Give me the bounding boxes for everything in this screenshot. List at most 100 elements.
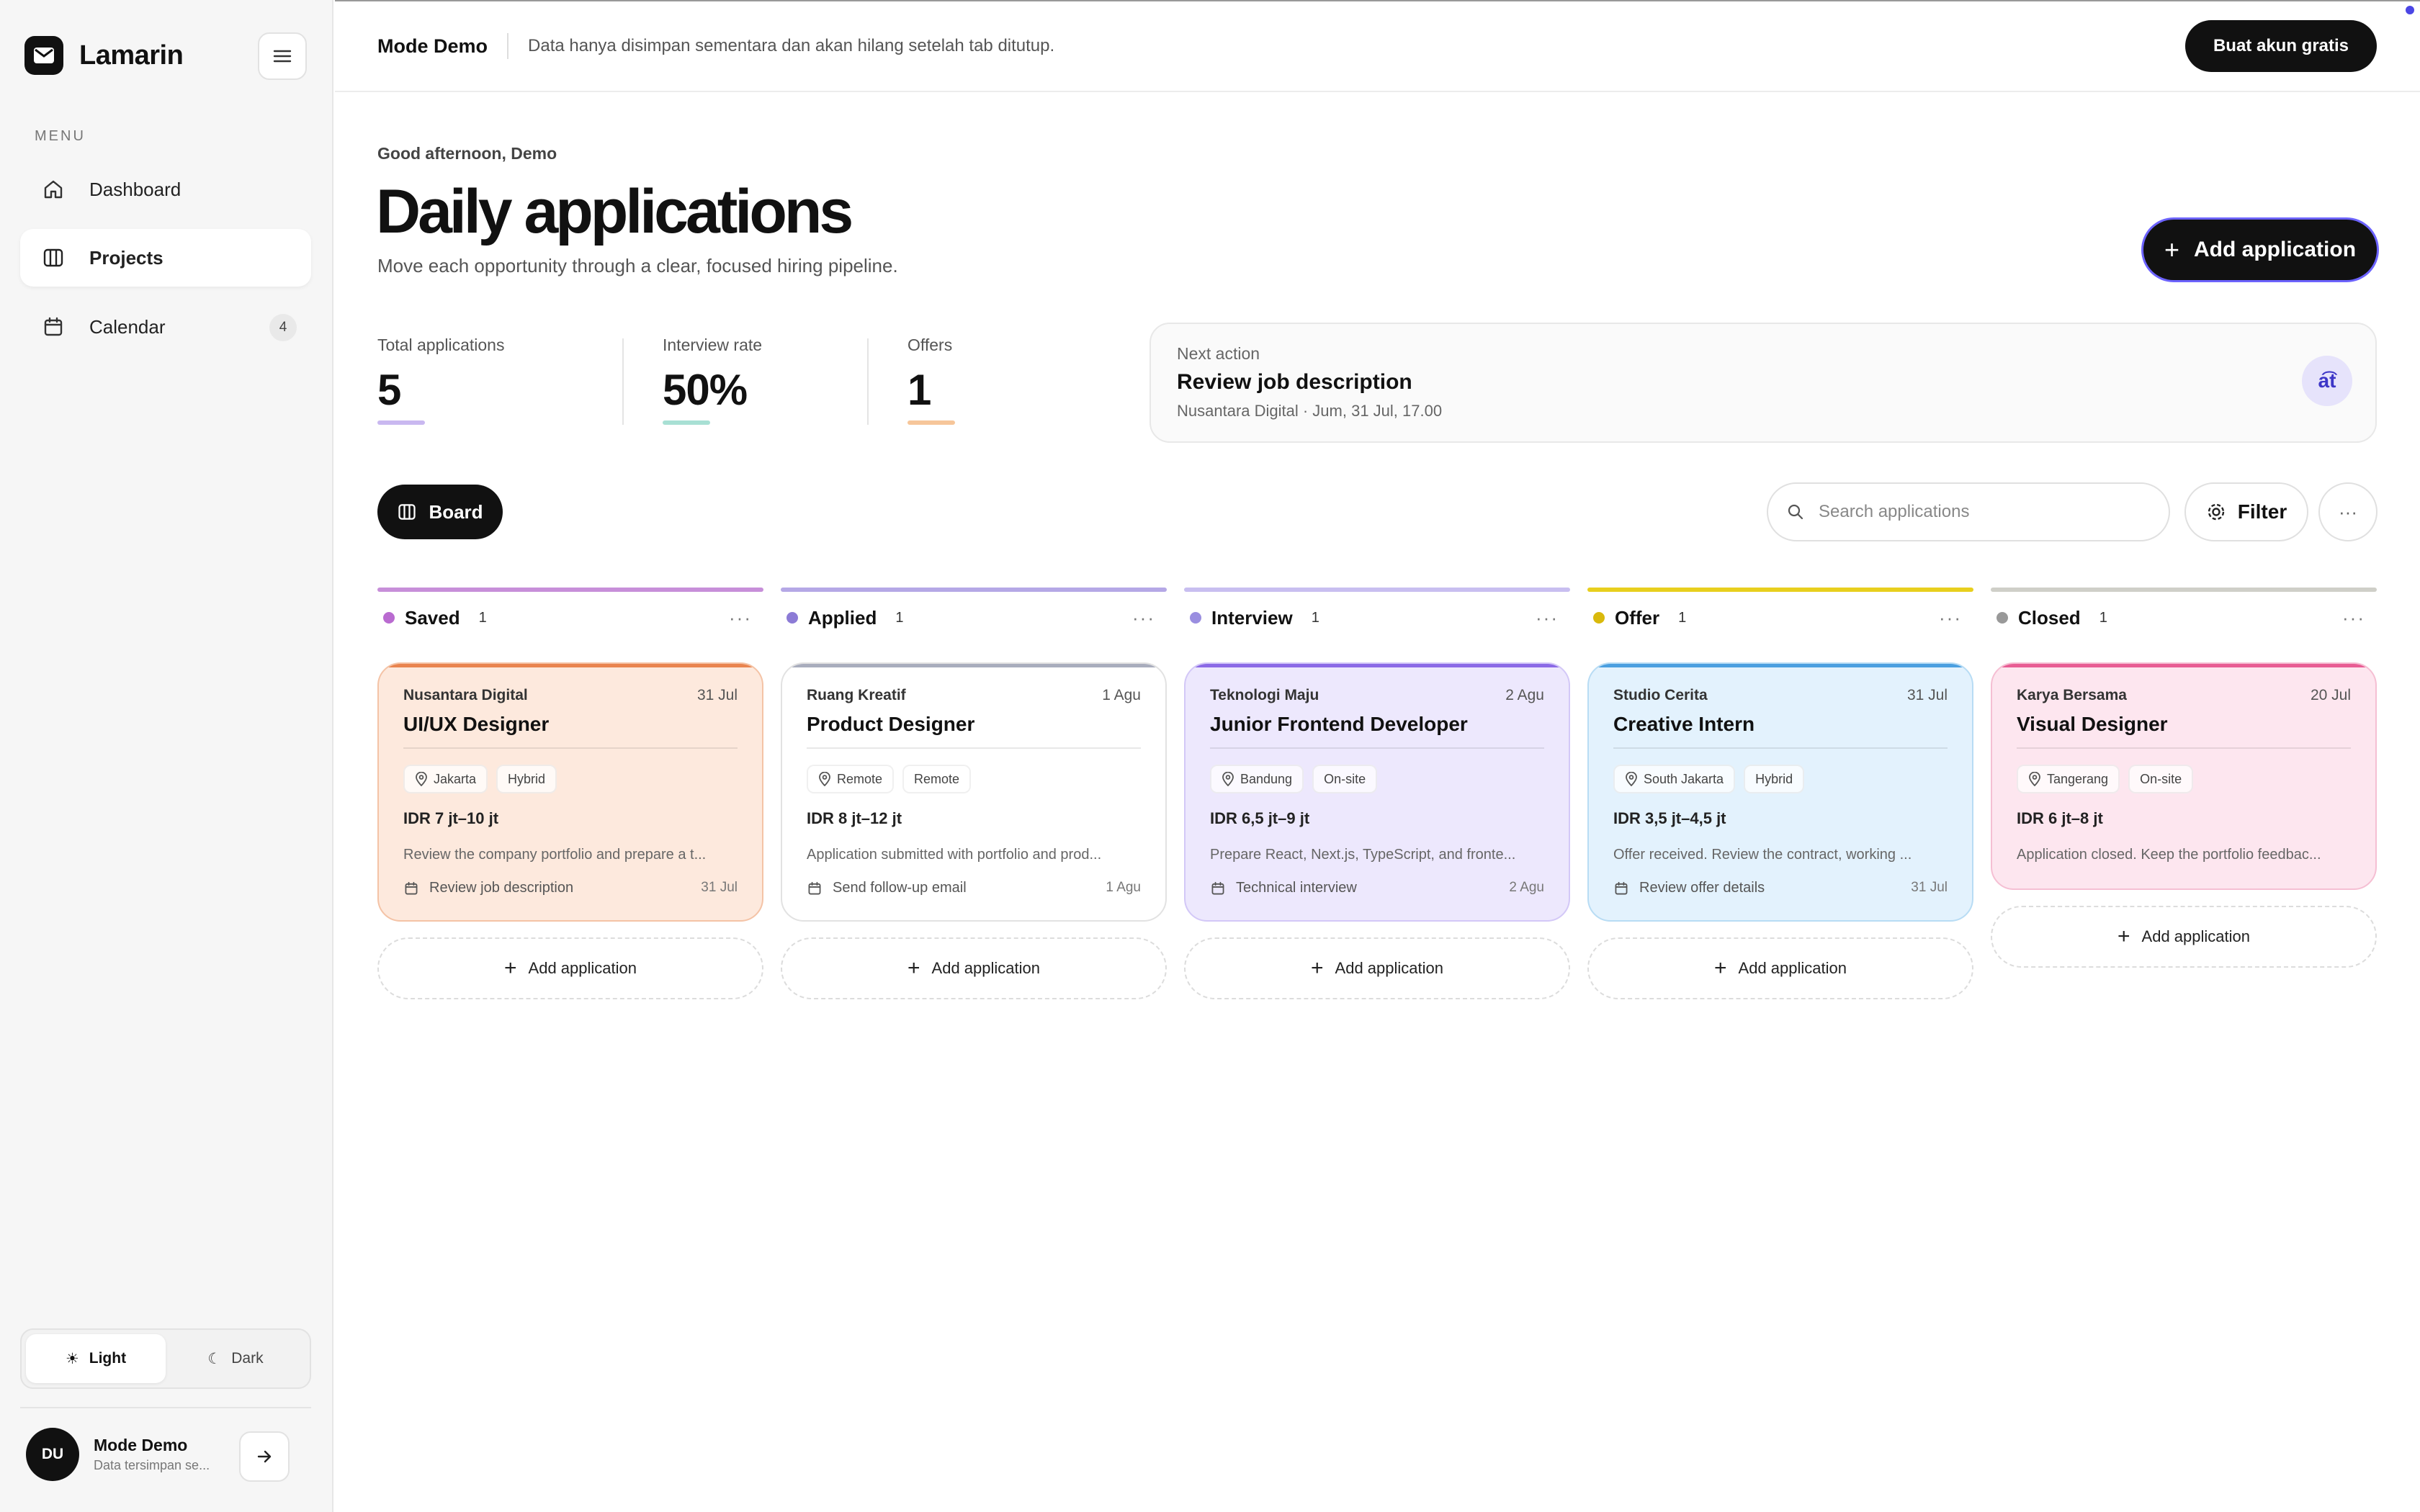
stat-value: 5 (377, 366, 401, 414)
card-salary: IDR 6 jt–8 jt (2017, 809, 2103, 827)
card-company: Studio Cerita (1613, 687, 1708, 703)
calendar-icon (1615, 881, 1628, 894)
column-saved: Saved 1 ··· Nusantara Digital 31 Jul UI/UX De… (377, 588, 763, 999)
card-salary: IDR 7 jt–10 jt (403, 809, 499, 827)
user-profile[interactable]: DU Mode Demo Data tersimpan se... (26, 1428, 210, 1481)
plus-icon: + (908, 956, 920, 980)
status-dot (383, 612, 395, 624)
card-task-date: 2 Agu (1509, 880, 1544, 895)
sidebar-item-label: Calendar (89, 315, 166, 338)
gear-icon (2208, 503, 2224, 521)
create-free-account-button[interactable]: Buat akun gratis (2185, 20, 2377, 72)
add-application-button[interactable]: + Add application (781, 937, 1167, 999)
add-application-label: Add application (931, 959, 1040, 977)
column-offer: Offer 1 ··· Studio Cerita 31 Jul Creative Int… (1587, 588, 1973, 999)
column-more-button[interactable]: ··· (1132, 607, 1155, 629)
page-subtitle: Move each opportunity through a clear, f… (377, 255, 898, 276)
next-action-card[interactable]: Next action Review job description Nusan… (1150, 323, 2377, 443)
card-role: Product Designer (807, 713, 975, 735)
application-card[interactable]: Ruang Kreatif 1 Agu Product Designer Remote… (781, 662, 1167, 922)
column-count: 1 (2099, 609, 2107, 626)
translate-icon[interactable]: a͡t (2302, 356, 2352, 406)
divider (507, 33, 509, 59)
divider (2017, 747, 2351, 749)
column-header: Saved 1 ··· (377, 596, 763, 639)
card-salary: IDR 6,5 jt–9 jt (1210, 809, 1310, 827)
card-role: Visual Designer (2017, 713, 2168, 735)
location-tag: Tangerang (2017, 765, 2120, 793)
add-application-button[interactable]: + Add application (1587, 937, 1973, 999)
add-application-button[interactable]: + Add application (377, 937, 763, 999)
status-dot (786, 612, 798, 624)
more-options-button[interactable]: ··· (2318, 482, 2378, 541)
theme-dark-option[interactable]: ☾ Dark (166, 1334, 305, 1383)
card-tags: Jakarta Hybrid (403, 765, 557, 793)
location-pin-icon (416, 772, 427, 786)
card-tags: Tangerang On-site (2017, 765, 2194, 793)
plus-icon: + (1311, 956, 1324, 980)
brand-logo[interactable]: Lamarin (24, 36, 184, 75)
column-header: Interview 1 ··· (1184, 596, 1570, 639)
add-application-button[interactable]: + Add application (2143, 220, 2377, 280)
column-more-button[interactable]: ··· (729, 607, 752, 629)
card-salary: IDR 3,5 jt–4,5 jt (1613, 809, 1726, 827)
application-card[interactable]: Nusantara Digital 31 Jul UI/UX Designer Jak… (377, 662, 763, 922)
plus-icon: + (2118, 924, 2130, 948)
page-title: Daily applications (376, 177, 853, 246)
column-accent-line (1184, 588, 1570, 592)
card-company: Karya Bersama (2017, 687, 2127, 703)
application-card[interactable]: Karya Bersama 20 Jul Visual Designer Tanger… (1991, 662, 2377, 890)
theme-light-label: Light (89, 1350, 127, 1367)
column-title: Applied (808, 606, 877, 629)
add-application-label: Add application (1738, 959, 1847, 977)
logout-button[interactable] (239, 1431, 290, 1482)
plus-icon: + (2164, 235, 2180, 264)
greeting: Good afternoon, Demo (377, 144, 557, 163)
search-input[interactable] (1819, 502, 2136, 522)
calendar-icon (1211, 881, 1224, 894)
sidebar-item-dashboard[interactable]: Dashboard (20, 161, 311, 218)
card-role: Junior Frontend Developer (1210, 713, 1468, 735)
notification-dot (2406, 6, 2414, 14)
column-more-button[interactable]: ··· (1939, 607, 1962, 629)
card-task-label: Review job description (429, 880, 574, 896)
sidebar-item-label: Dashboard (89, 178, 182, 200)
add-application-label: Add application (1335, 959, 1443, 977)
divider (403, 747, 738, 749)
column-more-button[interactable]: ··· (2342, 607, 2365, 629)
card-task-label: Send follow-up email (833, 880, 967, 896)
column-count: 1 (478, 609, 487, 626)
add-application-label: Add application (2194, 238, 2357, 261)
stat-accent-bar (663, 420, 710, 425)
divider (807, 747, 1141, 749)
filter-button[interactable]: Filter (2184, 482, 2308, 541)
column-more-button[interactable]: ··· (1536, 607, 1559, 629)
board-view-button[interactable]: Board (377, 485, 503, 539)
application-card[interactable]: Teknologi Maju 2 Agu Junior Frontend Devel… (1184, 662, 1570, 922)
add-application-button[interactable]: + Add application (1991, 906, 2377, 968)
card-company: Teknologi Maju (1210, 687, 1319, 703)
stat-value: 50% (663, 366, 748, 414)
application-card[interactable]: Studio Cerita 31 Jul Creative Intern South … (1587, 662, 1973, 922)
location-tag-label: South Jakarta (1644, 771, 1724, 786)
work-type-tag-label: Hybrid (508, 771, 546, 786)
divider (622, 338, 624, 425)
sidebar-item-calendar[interactable]: Calendar 4 (20, 298, 311, 356)
add-application-button[interactable]: + Add application (1184, 937, 1570, 999)
menu-toggle-button[interactable] (258, 32, 307, 80)
card-task: Send follow-up email (807, 880, 967, 896)
column-interview: Interview 1 ··· Teknologi Maju 2 Agu Junior F… (1184, 588, 1570, 999)
work-type-tag-label: On-site (2140, 771, 2182, 786)
card-date: 31 Jul (696, 687, 738, 703)
theme-light-option[interactable]: ☀ Light (26, 1334, 166, 1383)
column-title: Closed (2018, 606, 2081, 629)
avatar: DU (26, 1428, 79, 1481)
sidebar-item-projects[interactable]: Projects (20, 229, 311, 287)
work-type-tag: Remote (902, 765, 972, 793)
search-field (1767, 482, 2170, 541)
stat-label: Interview rate (663, 336, 763, 354)
card-company: Nusantara Digital (403, 687, 528, 703)
card-company: Ruang Kreatif (807, 687, 906, 703)
filter-label: Filter (2237, 500, 2287, 523)
status-dot (1593, 612, 1605, 624)
